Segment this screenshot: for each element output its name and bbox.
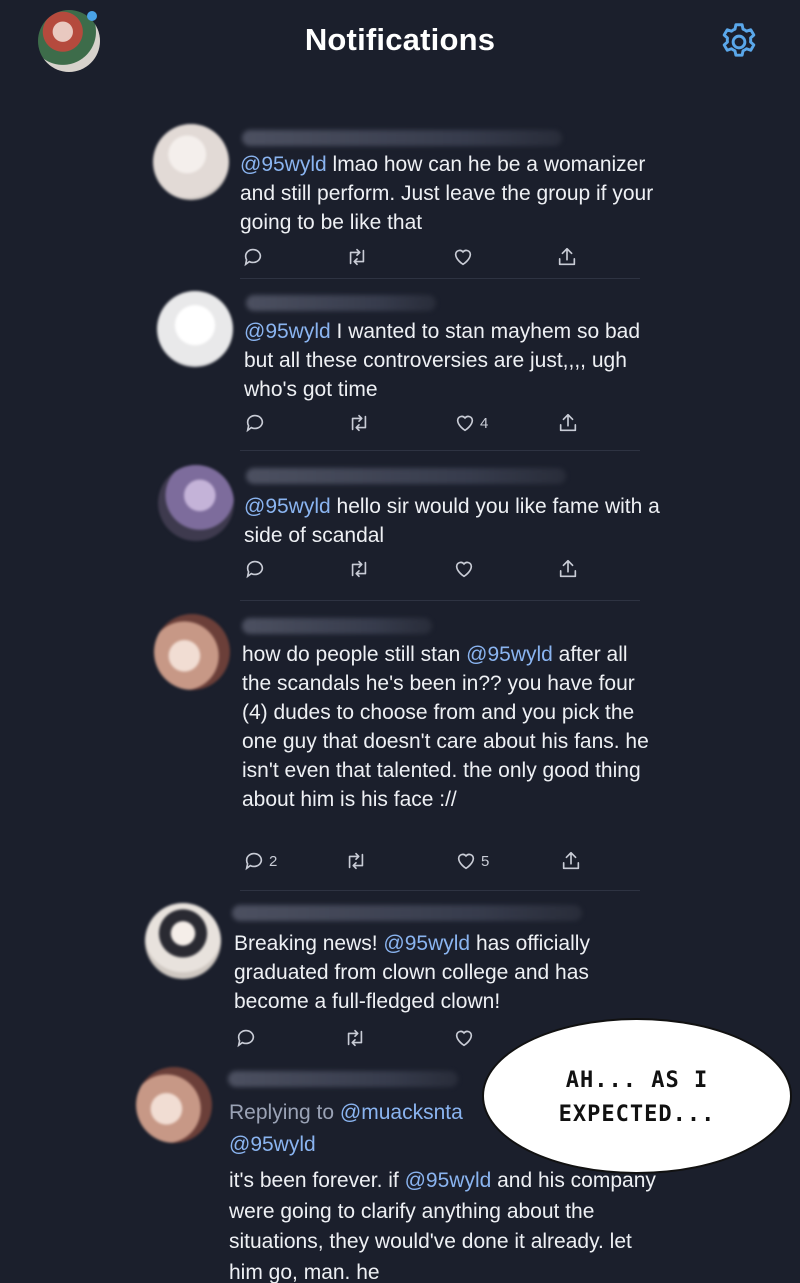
tweet-text: how do people still stan @95wyld after a… (242, 643, 649, 811)
gear-icon[interactable] (717, 20, 761, 64)
like-count: 5 (481, 852, 490, 870)
tweet-text: @95wyld hello sir would you like fame wi… (244, 495, 660, 547)
blurred-username (228, 1071, 458, 1087)
share-button[interactable] (557, 558, 579, 580)
mention-link[interactable]: @95wyld (405, 1169, 492, 1192)
like-button[interactable]: 5 (455, 850, 489, 872)
reply-button[interactable] (244, 558, 270, 580)
share-button[interactable] (560, 850, 582, 872)
tweet-text: Breaking news! @95wyld has officially gr… (234, 932, 590, 1013)
avatar[interactable] (158, 465, 234, 541)
like-button[interactable] (453, 558, 479, 580)
share-icon (559, 413, 577, 432)
like-button[interactable]: 4 (454, 412, 488, 434)
mention-link[interactable]: @95wyld (383, 932, 470, 955)
reply-icon (246, 560, 264, 579)
retweet-button[interactable] (346, 412, 372, 434)
retweet-icon (351, 414, 367, 432)
page-title: Notifications (304, 22, 496, 57)
reply-button[interactable]: 2 (243, 850, 277, 872)
share-button[interactable] (556, 246, 578, 268)
share-button[interactable] (557, 412, 579, 434)
reply-button[interactable] (242, 246, 268, 268)
divider (240, 450, 640, 451)
divider (240, 278, 640, 279)
avatar[interactable] (145, 903, 221, 979)
heart-icon (456, 415, 474, 432)
retweet-button[interactable] (342, 1027, 368, 1049)
share-icon (562, 851, 580, 870)
unread-dot (87, 11, 97, 21)
divider (240, 890, 640, 891)
heart-icon (455, 561, 473, 578)
blurred-username (246, 295, 436, 311)
heart-icon (457, 853, 475, 870)
reply-icon (244, 248, 262, 267)
avatar[interactable] (153, 124, 229, 200)
reply-count: 2 (269, 852, 278, 870)
tweet-actions: 2 5 (0, 850, 800, 880)
avatar[interactable] (157, 291, 233, 367)
speech-bubble: AH... AS I EXPECTED... (482, 1018, 792, 1174)
tweet-actions (0, 246, 800, 276)
share-icon (558, 247, 576, 266)
like-button[interactable] (453, 1027, 479, 1049)
heart-icon (454, 249, 472, 266)
like-count: 4 (480, 414, 489, 432)
blurred-username (232, 905, 582, 921)
tweet-text: @95wyld I wanted to stan mayhem so bad b… (244, 320, 641, 401)
mention-link[interactable]: @95wyld (229, 1133, 316, 1156)
retweet-button[interactable] (346, 558, 372, 580)
retweet-icon (348, 852, 364, 870)
blurred-username (242, 130, 562, 146)
tweet-text: @95wyld lmao how can he be a womanizer a… (240, 153, 654, 234)
divider (240, 600, 640, 601)
reply-icon (246, 414, 264, 433)
retweet-icon (347, 1029, 363, 1047)
reply-button[interactable] (235, 1027, 261, 1049)
avatar[interactable] (154, 614, 230, 690)
share-icon (559, 559, 577, 578)
tweet-text: it's been forever. if @95wyld and his co… (229, 1169, 656, 1283)
mention-link[interactable]: @95wyld (466, 643, 553, 666)
like-button[interactable] (452, 246, 478, 268)
retweet-icon (349, 248, 365, 266)
mention-link[interactable]: @95wyld (244, 320, 331, 343)
tweet-actions: 4 (0, 412, 800, 442)
reply-button[interactable] (244, 412, 270, 434)
retweet-icon (351, 560, 367, 578)
avatar[interactable] (136, 1067, 212, 1143)
mention-link[interactable]: @95wyld (240, 153, 327, 176)
blurred-username (246, 468, 566, 484)
top-bar: Notifications (0, 0, 800, 90)
mention-link[interactable]: @95wyld (244, 495, 331, 518)
reply-icon (245, 852, 263, 871)
replying-to: Replying to @muacksnta @95wyld (229, 1101, 463, 1156)
notifications-screen: Notifications @95wyld lmao how can he be… (0, 0, 800, 1283)
tweet-actions (0, 558, 800, 588)
reply-icon (237, 1029, 255, 1048)
speech-bubble-text: AH... AS I EXPECTED... (558, 1068, 716, 1127)
blurred-username (242, 618, 432, 634)
retweet-button[interactable] (343, 850, 369, 872)
heart-icon (455, 1030, 473, 1047)
mention-link[interactable]: @muacksnta (340, 1101, 463, 1124)
retweet-button[interactable] (344, 246, 370, 268)
